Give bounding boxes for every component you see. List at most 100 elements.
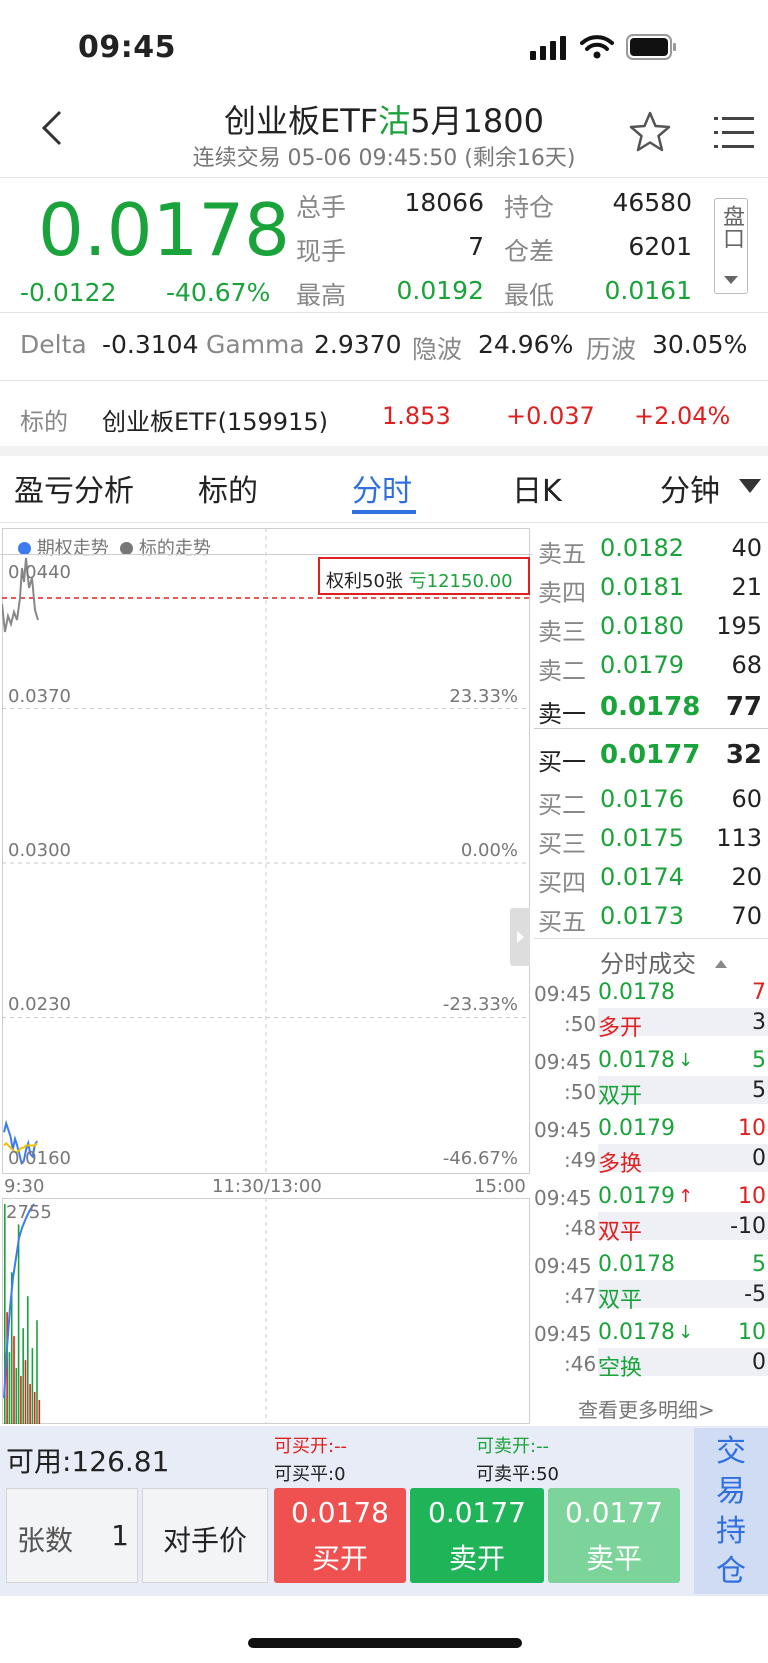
can-sell-close: 可卖平:50 bbox=[476, 1464, 559, 1485]
can-sell-open: 可卖开:-- bbox=[476, 1436, 550, 1457]
hv-value: 30.05% bbox=[652, 330, 748, 359]
bid-level-4[interactable]: 买四 0.0174 20 bbox=[534, 859, 768, 897]
bid-level-label: 买四 bbox=[538, 869, 586, 897]
underlying-label: 标的 bbox=[20, 408, 68, 436]
trade-row: 09:45:48 0.0179 ↑ 10 双平 -10 bbox=[534, 1182, 768, 1245]
volume-bar bbox=[22, 1328, 24, 1424]
trades-title[interactable]: 分时成交 bbox=[600, 944, 696, 979]
total-volume: 18066 bbox=[404, 188, 484, 217]
bid-level-price: 0.0174 bbox=[600, 863, 684, 891]
bid-level-1[interactable]: 买一 0.0177 32 bbox=[534, 738, 768, 776]
chart-expand-handle[interactable] bbox=[510, 908, 530, 966]
ask-level-label: 卖一 bbox=[538, 700, 586, 728]
trade-volume: 5 bbox=[752, 1048, 766, 1073]
bid-level-3[interactable]: 买三 0.0175 113 bbox=[534, 820, 768, 858]
title-suffix: 5月1800 bbox=[410, 102, 544, 140]
quantity-value[interactable]: 1 bbox=[111, 1519, 129, 1552]
x-label-1: 11:30/13:00 bbox=[212, 1176, 322, 1197]
ask-level-4[interactable]: 卖二 0.0179 68 bbox=[534, 647, 768, 685]
trade-time: 09:45 bbox=[534, 1118, 592, 1142]
trade-position-side-tab[interactable]: 交 易 持 仓 bbox=[694, 1428, 768, 1594]
ask-level-volume: 68 bbox=[731, 651, 762, 679]
more-trades-link[interactable]: 查看更多明细> bbox=[578, 1394, 715, 1423]
trade-time: 09:45 bbox=[534, 1050, 592, 1074]
current-volume: 7 bbox=[468, 232, 484, 261]
underlying-name[interactable]: 创业板ETF(159915) bbox=[102, 402, 328, 437]
volume-bar bbox=[27, 1296, 29, 1424]
ask-level-label: 卖二 bbox=[538, 657, 586, 685]
gamma-label: Gamma bbox=[206, 330, 305, 359]
bid-level-label: 买二 bbox=[538, 791, 586, 819]
tab-intraday[interactable]: 分时 bbox=[352, 466, 412, 510]
ask-level-2[interactable]: 卖四 0.0181 21 bbox=[534, 569, 768, 607]
tab-daily-k[interactable]: 日K bbox=[512, 466, 562, 510]
caret-up-icon[interactable] bbox=[714, 954, 728, 973]
price-mode-select[interactable]: 对手价 bbox=[142, 1488, 268, 1583]
volume-bar bbox=[17, 1224, 20, 1424]
volume-bar bbox=[8, 1352, 11, 1424]
ask-level-price: 0.0181 bbox=[600, 573, 684, 601]
bid-level-5[interactable]: 买五 0.0173 70 bbox=[534, 898, 768, 936]
delta-label: Delta bbox=[20, 330, 87, 359]
tab-underlying[interactable]: 标的 bbox=[198, 466, 258, 510]
tab-pnl-analysis[interactable]: 盈亏分析 bbox=[14, 466, 134, 510]
ask-level-label: 卖四 bbox=[538, 579, 586, 607]
underlying-change: +0.037 bbox=[506, 402, 595, 430]
ask-level-label: 卖三 bbox=[538, 618, 586, 646]
trade-price: 0.0178 bbox=[598, 1048, 675, 1073]
trade-direction-icon: ↑ bbox=[678, 1186, 694, 1207]
total-volume-label: 总手 bbox=[296, 193, 347, 222]
ask-level-price: 0.0182 bbox=[600, 534, 684, 562]
bid-level-price: 0.0177 bbox=[600, 740, 701, 770]
low-value: 0.0161 bbox=[604, 276, 692, 305]
minute-dropdown-icon[interactable] bbox=[738, 478, 762, 498]
trade-type: 多开 bbox=[598, 1016, 643, 1041]
trade-time: 09:45 bbox=[534, 982, 592, 1006]
trade-seconds: :46 bbox=[564, 1352, 597, 1376]
y-label-1: 0.0370 bbox=[8, 686, 71, 707]
low-label: 最低 bbox=[504, 281, 555, 310]
sell-open-button[interactable]: 0.0177 卖开 bbox=[410, 1488, 544, 1583]
cellular-signal-icon bbox=[530, 36, 568, 64]
trade-seconds: :50 bbox=[564, 1012, 597, 1036]
x-label-2: 15:00 bbox=[474, 1176, 526, 1197]
title-option-type: 沽 bbox=[378, 102, 411, 140]
favorite-button[interactable] bbox=[628, 110, 672, 158]
bid-level-volume: 70 bbox=[731, 902, 762, 930]
last-price: 0.0178 bbox=[38, 188, 290, 272]
trade-seconds: :50 bbox=[564, 1080, 597, 1104]
position-value: 46580 bbox=[612, 188, 692, 217]
ask-level-5[interactable]: 卖一 0.0178 77 bbox=[534, 690, 768, 728]
tab-minute[interactable]: 分钟 bbox=[660, 466, 720, 510]
trade-row: 09:45:50 0.0178 7 多开 3 bbox=[534, 978, 768, 1041]
ask-level-volume: 195 bbox=[716, 612, 762, 640]
ask-level-1[interactable]: 卖五 0.0182 40 bbox=[534, 530, 768, 568]
ask-level-3[interactable]: 卖三 0.0180 195 bbox=[534, 608, 768, 646]
ask-level-price: 0.0178 bbox=[600, 692, 701, 722]
pankou-toggle[interactable]: 盘口 bbox=[714, 198, 748, 294]
trade-row: 09:45:46 0.0178 ↓ 10 空换 0 bbox=[534, 1318, 768, 1381]
trade-price: 0.0178 bbox=[598, 1252, 675, 1277]
can-buy-close: 可买平:0 bbox=[274, 1464, 346, 1485]
iv-value: 24.96% bbox=[478, 330, 574, 359]
high-label: 最高 bbox=[296, 281, 347, 310]
quantity-stepper[interactable]: 张数 1 bbox=[6, 1488, 138, 1583]
buy-open-label: 买开 bbox=[311, 1542, 368, 1575]
trade-type: 双平 bbox=[598, 1220, 643, 1245]
position-pnl-box[interactable]: 权利50张 亏12150.00 bbox=[318, 557, 530, 595]
trade-oi-change: 0 bbox=[752, 1146, 766, 1171]
buy-open-price: 0.0178 bbox=[291, 1496, 389, 1529]
iv-label: 隐波 bbox=[412, 335, 463, 364]
bid-level-2[interactable]: 买二 0.0176 60 bbox=[534, 781, 768, 819]
volume-bar bbox=[29, 1384, 31, 1424]
side-label-char-0: 交 bbox=[716, 1434, 746, 1469]
volume-chart bbox=[2, 1198, 530, 1424]
quantity-label: 张数 bbox=[17, 1524, 74, 1557]
buy-open-button[interactable]: 0.0178 买开 bbox=[274, 1488, 406, 1583]
ask-level-price: 0.0179 bbox=[600, 651, 684, 679]
ask-level-volume: 21 bbox=[731, 573, 762, 601]
menu-button[interactable] bbox=[714, 116, 754, 154]
sell-close-button[interactable]: 0.0177 卖平 bbox=[548, 1488, 680, 1583]
trade-type: 双开 bbox=[598, 1084, 643, 1109]
underlying-legend-label: 标的走势 bbox=[138, 538, 211, 559]
